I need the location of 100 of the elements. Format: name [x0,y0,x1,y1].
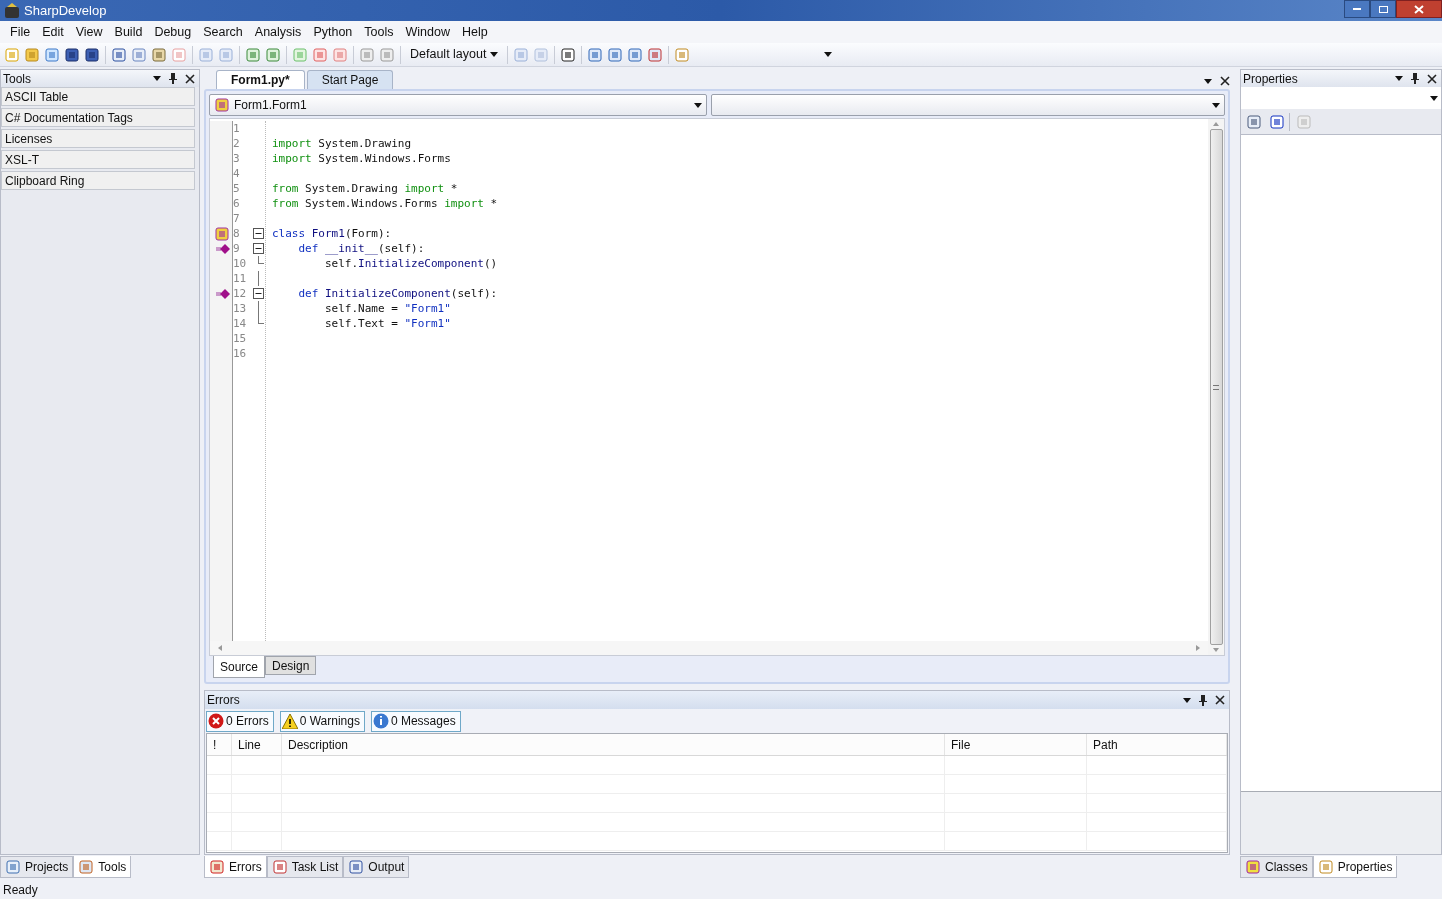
menu-item[interactable]: Build [108,22,149,42]
line-number: 15 [233,331,248,346]
scroll-down-icon[interactable] [1213,648,1219,652]
menu-item[interactable]: Window [399,22,456,42]
line-number: 8 [233,226,241,241]
panel-tab[interactable]: Task List [266,856,344,878]
method-marker-icon [216,243,230,254]
pin-icon[interactable] [169,73,177,84]
error-icon [208,713,224,729]
scroll-left-icon[interactable] [218,645,222,651]
column-header[interactable]: File [945,734,1087,755]
code-line: class Form1(Form): [272,227,392,240]
line-number: 1 [233,121,241,136]
line-number: 2 [233,136,241,151]
code-line: import System.Windows.Forms [272,152,451,165]
panel-title: Tools [3,70,31,88]
dropdown-caret-icon[interactable] [490,52,499,57]
pin-icon[interactable] [1199,694,1207,706]
panel-tab[interactable]: Errors [204,856,267,878]
code-line: self.Name = "Form1" [323,302,451,315]
scroll-right-icon[interactable] [1196,645,1200,651]
menu-item[interactable]: Edit [36,22,70,42]
close-icon[interactable] [1215,695,1225,705]
minimize-button[interactable] [1344,0,1370,18]
class-dropdown[interactable]: Form1.Form1 [209,94,707,116]
document-tab[interactable]: Start Page [306,70,394,89]
line-number: 3 [233,151,241,166]
document-tab[interactable]: Form1.py* [216,70,305,89]
close-button[interactable] [1396,0,1442,18]
panel-menu-icon[interactable] [1183,697,1191,703]
line-number: 5 [233,181,241,196]
vertical-scrollbar[interactable] [1208,119,1224,655]
code-line: from System.Drawing import * [272,182,458,195]
tool-category[interactable]: Licenses [1,129,195,148]
pin-icon[interactable] [1411,73,1419,84]
column-header[interactable]: Path [1087,734,1227,755]
code-line: self.InitializeComponent() [323,257,498,270]
close-icon[interactable] [185,73,195,84]
close-icon[interactable] [1427,73,1437,84]
line-number: 7 [233,211,241,226]
tool-category[interactable]: ASCII Table [1,87,195,106]
menu-item[interactable]: Search [197,22,249,42]
app-logo-icon [4,2,20,19]
method-marker-icon [216,288,230,299]
view-tab[interactable]: Design [265,656,317,675]
maximize-button[interactable] [1370,0,1396,18]
line-number: 13 [233,301,248,316]
layout-dropdown[interactable]: Default layout [406,45,503,64]
panel-tab[interactable]: Output [343,856,410,878]
panel-tab[interactable]: Tools [73,856,132,878]
menu-item[interactable]: View [69,22,109,42]
dropdown-caret-icon[interactable] [1212,102,1220,108]
menu-item[interactable]: Python [307,22,359,42]
line-number: 9 [233,241,241,256]
menu-item[interactable]: Analysis [248,22,308,42]
line-number: 14 [233,316,248,331]
view-tab[interactable]: Source [213,656,266,678]
panel-tab[interactable]: Properties [1312,856,1398,878]
line-number: 12 [233,286,248,301]
menu-item[interactable]: Help [455,22,494,42]
fold-toggle-icon[interactable] [253,243,264,254]
code-line: def __init__(self): [297,242,425,255]
code-line: def InitializeComponent(self): [297,287,498,300]
scroll-up-icon[interactable] [1213,122,1219,126]
tab-list-icon[interactable] [1204,78,1212,84]
menu-item[interactable]: Tools [358,22,400,42]
line-number: 4 [233,166,241,181]
tool-category[interactable]: Clipboard Ring [1,171,195,190]
toolbar-options-icon[interactable] [824,52,833,57]
code-line: from System.Windows.Forms import * [272,197,498,210]
panel-title: Properties [1243,70,1298,88]
filter-button[interactable]: 0 Errors [206,710,274,732]
warning-icon [281,713,298,729]
column-header[interactable]: Description [282,734,945,755]
fold-end-line [258,316,264,324]
column-header[interactable]: Line [232,734,282,755]
filter-button[interactable]: 0 Warnings [279,710,365,732]
line-number: 11 [233,271,248,286]
line-number: 6 [233,196,241,211]
panel-menu-icon[interactable] [1395,76,1403,81]
column-header[interactable]: ! [207,734,232,755]
fold-line [258,301,259,316]
tool-category[interactable]: XSL-T [1,150,195,169]
close-icon [1414,4,1424,14]
dropdown-caret-icon[interactable] [694,102,702,108]
menu-item[interactable]: Debug [148,22,198,42]
tool-category[interactable]: C# Documentation Tags [1,108,195,127]
horizontal-scrollbar[interactable] [210,641,1208,655]
fold-end-line [258,256,264,264]
panel-tab[interactable]: Classes [1240,856,1313,878]
fold-toggle-icon[interactable] [253,288,264,299]
filter-button[interactable]: 0 Messages [370,710,461,732]
status-text: Ready [3,881,38,899]
panel-menu-icon[interactable] [153,76,161,81]
fold-toggle-icon[interactable] [253,228,264,239]
close-icon[interactable] [1220,76,1230,86]
dropdown-caret-icon[interactable] [1430,95,1438,101]
fold-line [258,271,259,286]
menu-item[interactable]: File [4,22,37,42]
panel-tab[interactable]: Projects [0,856,74,878]
